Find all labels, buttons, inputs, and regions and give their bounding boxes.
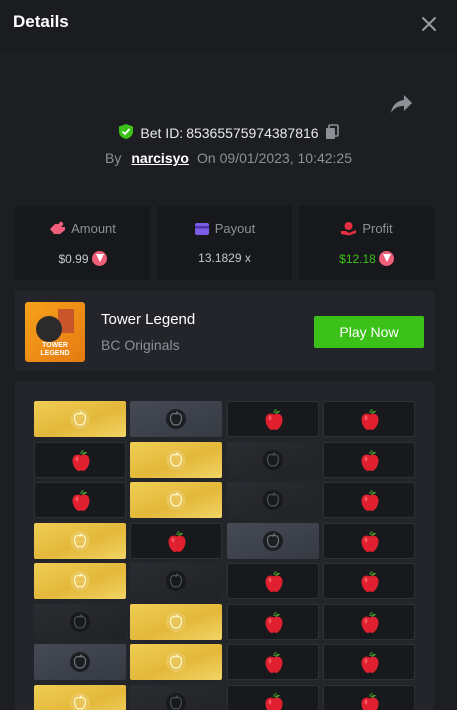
board-cell[interactable] (130, 482, 222, 518)
game-board (15, 382, 434, 710)
board-cell[interactable] (34, 441, 126, 478)
apple-icon (72, 449, 90, 471)
apple-icon (361, 611, 379, 633)
apple-icon (361, 408, 379, 430)
apple-outline-icon (166, 571, 186, 591)
board-cell[interactable] (227, 482, 319, 518)
board-cell[interactable] (227, 603, 319, 640)
board-cell[interactable] (323, 603, 415, 640)
apple-icon (265, 651, 283, 673)
board-cell[interactable] (34, 482, 126, 518)
board-cell[interactable] (227, 684, 319, 710)
apple-outline-icon (263, 530, 283, 551)
close-icon[interactable] (416, 11, 442, 37)
amount-label: Amount (71, 221, 116, 236)
game-thumbnail[interactable]: TOWER LEGEND (25, 302, 85, 362)
profit-icon (341, 222, 357, 236)
board-cell[interactable] (227, 401, 319, 437)
verified-shield-icon (118, 123, 134, 143)
board-cell[interactable] (323, 644, 415, 680)
apple-outline-icon (166, 449, 186, 470)
share-icon[interactable] (390, 93, 414, 115)
apple-outline-icon (166, 692, 186, 710)
trx-coin-icon (378, 251, 394, 266)
bet-id-value: 85365575974387816 (186, 125, 319, 141)
board-cell[interactable] (34, 644, 126, 680)
apple-icon (361, 651, 379, 673)
apple-outline-icon (166, 490, 186, 510)
board-cell[interactable] (323, 401, 415, 437)
board-cell[interactable] (34, 522, 126, 559)
apple-icon (265, 570, 283, 592)
apple-icon (361, 692, 379, 710)
bet-id-line: Bet ID: 85365575974387816 (0, 123, 457, 145)
board-cell[interactable] (227, 522, 319, 559)
apple-outline-icon (263, 449, 283, 470)
amount-icon (50, 221, 66, 234)
game-card: TOWER LEGEND Tower Legend BC Originals P… (15, 291, 434, 371)
payout-value: 13.1829 x (198, 251, 251, 265)
board-cell[interactable] (34, 684, 126, 710)
apple-icon (361, 570, 379, 592)
board-cell[interactable] (34, 563, 126, 599)
apple-icon (361, 449, 379, 471)
on-label: On (196, 150, 216, 166)
apple-icon (168, 530, 186, 552)
board-cell[interactable] (227, 644, 319, 680)
apple-icon (361, 489, 379, 511)
apple-outline-icon (70, 692, 90, 710)
apple-outline-icon (166, 652, 186, 672)
bet-id-label: Bet ID: (140, 125, 184, 141)
apple-outline-icon (166, 611, 186, 632)
apple-outline-icon (70, 652, 90, 672)
modal-header: Details (0, 0, 457, 52)
apple-outline-icon (166, 409, 186, 429)
apple-icon (265, 611, 283, 633)
modal-title: Details (13, 12, 69, 31)
apple-outline-icon (70, 409, 90, 429)
board-cell[interactable] (323, 482, 415, 518)
board-cell[interactable] (130, 603, 222, 640)
bet-date: 09/01/2023, 10:42:25 (219, 150, 352, 166)
game-provider: BC Originals (101, 337, 180, 353)
username-link[interactable]: narcisyo (131, 150, 189, 166)
apple-outline-icon (70, 611, 90, 632)
apple-icon (361, 530, 379, 552)
trx-coin-icon (91, 251, 107, 266)
by-label: By (105, 150, 122, 166)
board-cell[interactable] (130, 441, 222, 478)
apple-outline-icon (70, 530, 90, 551)
game-name: Tower Legend (101, 311, 196, 328)
play-now-button[interactable]: Play Now (314, 316, 424, 348)
board-cell[interactable] (130, 401, 222, 437)
board-cell[interactable] (130, 522, 222, 559)
profit-card: Profit $12.18 (299, 206, 434, 280)
copy-icon[interactable] (325, 123, 340, 143)
payout-card: Payout 13.1829 x (157, 206, 292, 280)
board-cell[interactable] (227, 563, 319, 599)
board-cell[interactable] (323, 441, 415, 478)
amount-value: $0.99 (58, 252, 89, 266)
apple-outline-icon (70, 571, 90, 591)
board-cell[interactable] (34, 603, 126, 640)
board-cell[interactable] (323, 522, 415, 559)
board-cell[interactable] (323, 563, 415, 599)
bet-byline: By narcisyo On 09/01/2023, 10:42:25 (0, 150, 457, 170)
board-cell[interactable] (227, 441, 319, 478)
board-cell[interactable] (130, 684, 222, 710)
board-cell[interactable] (323, 684, 415, 710)
apple-icon (265, 692, 283, 710)
profit-value: $12.18 (339, 252, 376, 266)
game-logo-text: TOWER LEGEND (40, 342, 70, 357)
payout-icon (194, 223, 209, 235)
apple-icon (72, 489, 90, 511)
board-cell[interactable] (34, 401, 126, 437)
amount-card: Amount $0.99 (15, 206, 150, 280)
board-cell[interactable] (130, 644, 222, 680)
board-cell[interactable] (130, 563, 222, 599)
payout-label: Payout (214, 221, 256, 236)
apple-icon (265, 408, 283, 430)
apple-outline-icon (263, 490, 283, 510)
profit-label: Profit (362, 221, 393, 236)
